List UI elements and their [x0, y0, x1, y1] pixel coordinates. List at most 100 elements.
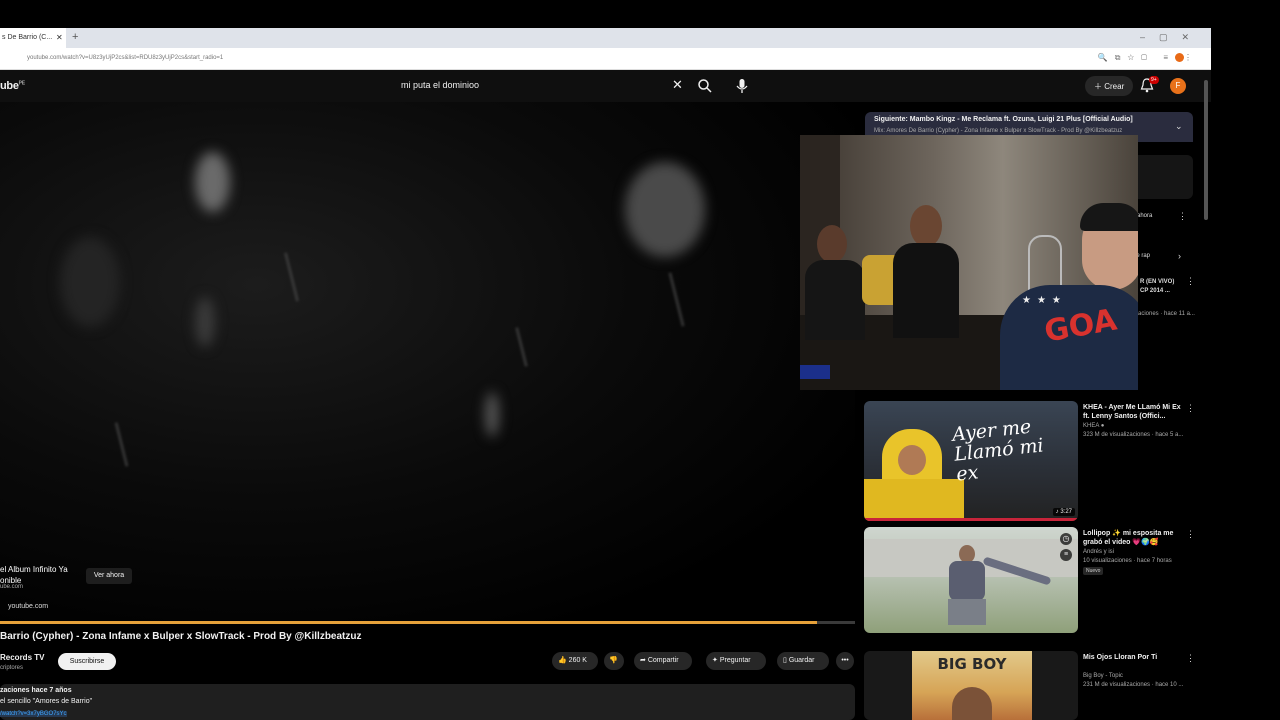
rec-channel[interactable]: Andrés y isi [1083, 549, 1114, 555]
video-thumbnail[interactable]: ◷ ≡ [864, 527, 1078, 633]
rec-title[interactable]: Lollipop ✨ mi esposita me grabó el video… [1083, 529, 1181, 547]
rec-meta: 10 visualizaciones · hace 7 horas [1083, 558, 1172, 564]
video-blur-spot [195, 297, 215, 347]
video-player[interactable]: el Album Infinito Ya onible ube.com Ver … [0, 102, 855, 624]
browser-tab[interactable]: s De Barrio (C... ✕ [0, 28, 66, 48]
description-text: el sencillo "Amores de Barrio" [0, 698, 93, 705]
webcam-overlay: GOA ★★★ [800, 135, 1138, 390]
more-icon[interactable]: ⋮ [1178, 211, 1187, 222]
promo-domain: youtube.com [8, 603, 49, 610]
verified-icon: ● [1100, 423, 1105, 429]
video-streak [668, 272, 685, 327]
thumbs-up-icon: 👍 [558, 657, 567, 664]
thumbs-down-icon: 👎 [609, 657, 618, 664]
save-button[interactable]: ▯ Guardar [777, 652, 829, 670]
like-button[interactable]: 👍 260 K [552, 652, 598, 670]
video-blur-spot [60, 237, 120, 327]
screen: s De Barrio (C... ✕ + –▢✕ youtube.com/wa… [0, 0, 1280, 720]
clear-icon[interactable]: ✕ [672, 77, 683, 93]
webcam-person-left-head [817, 225, 847, 263]
new-badge: Nuevo [1083, 567, 1104, 575]
mix-subtitle: Mix: Amores De Barrio (Cypher) - Zona In… [874, 128, 1123, 134]
share-button[interactable]: ➦ Compartir [634, 652, 692, 670]
chevron-right-icon[interactable]: › [1178, 251, 1181, 261]
more-icon[interactable]: ⋮ [1186, 653, 1195, 664]
more-icon[interactable]: ⋮ [1186, 403, 1195, 414]
rec-meta: 231 M de visualizaciones · hace 10 ... [1083, 682, 1184, 688]
browser-toolbar-icons[interactable]: 🔍⧉☆▢ ≡ ⋮ [1098, 53, 1199, 63]
more-icon: ••• [841, 657, 849, 664]
partial-video-title: R (EN VIVO) CP 2014 ... [1140, 279, 1175, 294]
subscribe-button[interactable]: Suscribirse [58, 653, 116, 670]
list-item[interactable]: BIG BOY Mis Ojos Lloran Por Ti Big Boy -… [864, 651, 1195, 720]
description-box[interactable] [0, 684, 855, 720]
video-thumbnail[interactable]: Ayer me Llamó mi ex ♪ 3:27 [864, 401, 1078, 521]
youtube-logo[interactable]: ubePE [0, 80, 25, 92]
more-icon[interactable]: ⋮ [1186, 529, 1195, 540]
rec-title[interactable]: KHEA - Ayer Me LLamó Mi Ex ft. Lenny San… [1083, 403, 1181, 421]
partial-ahora[interactable]: ahora [1137, 213, 1152, 219]
list-item[interactable]: ◷ ≡ Lollipop ✨ mi esposita me grabó el v… [864, 527, 1195, 635]
scrollbar[interactable] [1204, 80, 1208, 220]
list-item[interactable]: Ayer me Llamó mi ex ♪ 3:27 KHEA - Ayer M… [864, 401, 1195, 523]
album-figure [952, 687, 992, 720]
description-link[interactable]: /watch?v=3x7yBGO7sYc [0, 711, 67, 717]
thumb-figure-face [898, 445, 926, 475]
thumb-text: Ayer me Llamó mi ex [951, 415, 1045, 486]
bookmark-icon: ▯ [783, 657, 787, 664]
video-streak [283, 252, 300, 302]
more-icon[interactable]: ⋮ [1186, 276, 1195, 287]
video-title: Barrio (Cypher) - Zona Infame x Bulper x… [0, 631, 362, 642]
webcam-streamer-hair [1080, 203, 1138, 231]
search-icon[interactable] [697, 78, 713, 94]
rec-channel[interactable]: KHEA ● [1083, 423, 1104, 429]
mix-next-title: Siguiente: Mambo Kingz - Me Reclama ft. … [874, 116, 1133, 123]
plus-icon: ＋ [1094, 82, 1105, 91]
more-button[interactable]: ••• [836, 652, 854, 670]
webcam-person-left-body [805, 260, 865, 340]
window-controls[interactable]: –▢✕ [1140, 32, 1203, 43]
chevron-down-icon[interactable]: ⌄ [1175, 121, 1183, 132]
ask-button[interactable]: ✦ Preguntar [706, 652, 766, 670]
video-blur-spot [625, 162, 705, 257]
webcam-person-mid-head [910, 205, 942, 247]
profile-icon[interactable] [1175, 53, 1184, 63]
promo-title: el Album Infinito Ya onible [0, 565, 68, 585]
search-input[interactable]: mi puta el dominioo [401, 80, 479, 90]
album-art: BIG BOY [912, 651, 1032, 720]
queue-icon[interactable]: ≡ [1060, 549, 1072, 561]
video-thumbnail[interactable]: BIG BOY [864, 651, 1078, 720]
clock-icon[interactable]: ◷ [1060, 533, 1072, 545]
notification-badge: 9+ [1149, 76, 1159, 84]
sparkle-icon: ✦ [712, 657, 718, 664]
rec-meta: 323 M de visualizaciones · hace 5 a... [1083, 432, 1184, 438]
channel-name[interactable]: Records TV [0, 653, 44, 662]
video-streak [515, 327, 528, 367]
subscriber-count: criptores [0, 665, 24, 671]
progress-fill [0, 621, 817, 624]
thumb-figure-legs [948, 599, 986, 625]
url-text[interactable]: youtube.com/watch?v=U8z3yUjP2cs&list=RDU… [27, 55, 223, 61]
create-button[interactable]: ＋ Crear [1085, 76, 1133, 96]
progress-bar[interactable] [0, 621, 855, 624]
search-box[interactable]: mi puta el dominioo ✕ [396, 75, 690, 97]
youtube-header: ubePE mi puta el dominioo ✕ ＋ Crear 9+ F [0, 70, 1211, 102]
close-icon[interactable]: ✕ [56, 33, 63, 42]
watch-now-button[interactable]: Ver ahora [86, 568, 132, 584]
video-streak [114, 422, 129, 467]
rec-channel[interactable]: Big Boy - Topic [1083, 673, 1123, 679]
video-blur-spot [195, 152, 230, 212]
region-code: PE [18, 80, 25, 87]
new-tab-icon[interactable]: + [72, 31, 78, 43]
address-bar[interactable]: youtube.com/watch?v=U8z3yUjP2cs&list=RDU… [0, 48, 1211, 70]
share-icon: ➦ [640, 657, 646, 664]
partial-video-meta: aciones · hace 11 a... [1138, 311, 1195, 317]
dislike-button[interactable]: 👎 [604, 652, 624, 670]
rec-title[interactable]: Mis Ojos Lloran Por Ti [1083, 653, 1181, 662]
webcam-blue-light [800, 365, 830, 379]
microphone-icon[interactable] [735, 78, 749, 94]
duration-badge: ♪ 3:27 [1052, 508, 1075, 516]
thumb-figure-body [864, 479, 964, 521]
avatar[interactable]: F [1170, 78, 1186, 94]
description-views: zaciones hace 7 años [0, 687, 72, 694]
